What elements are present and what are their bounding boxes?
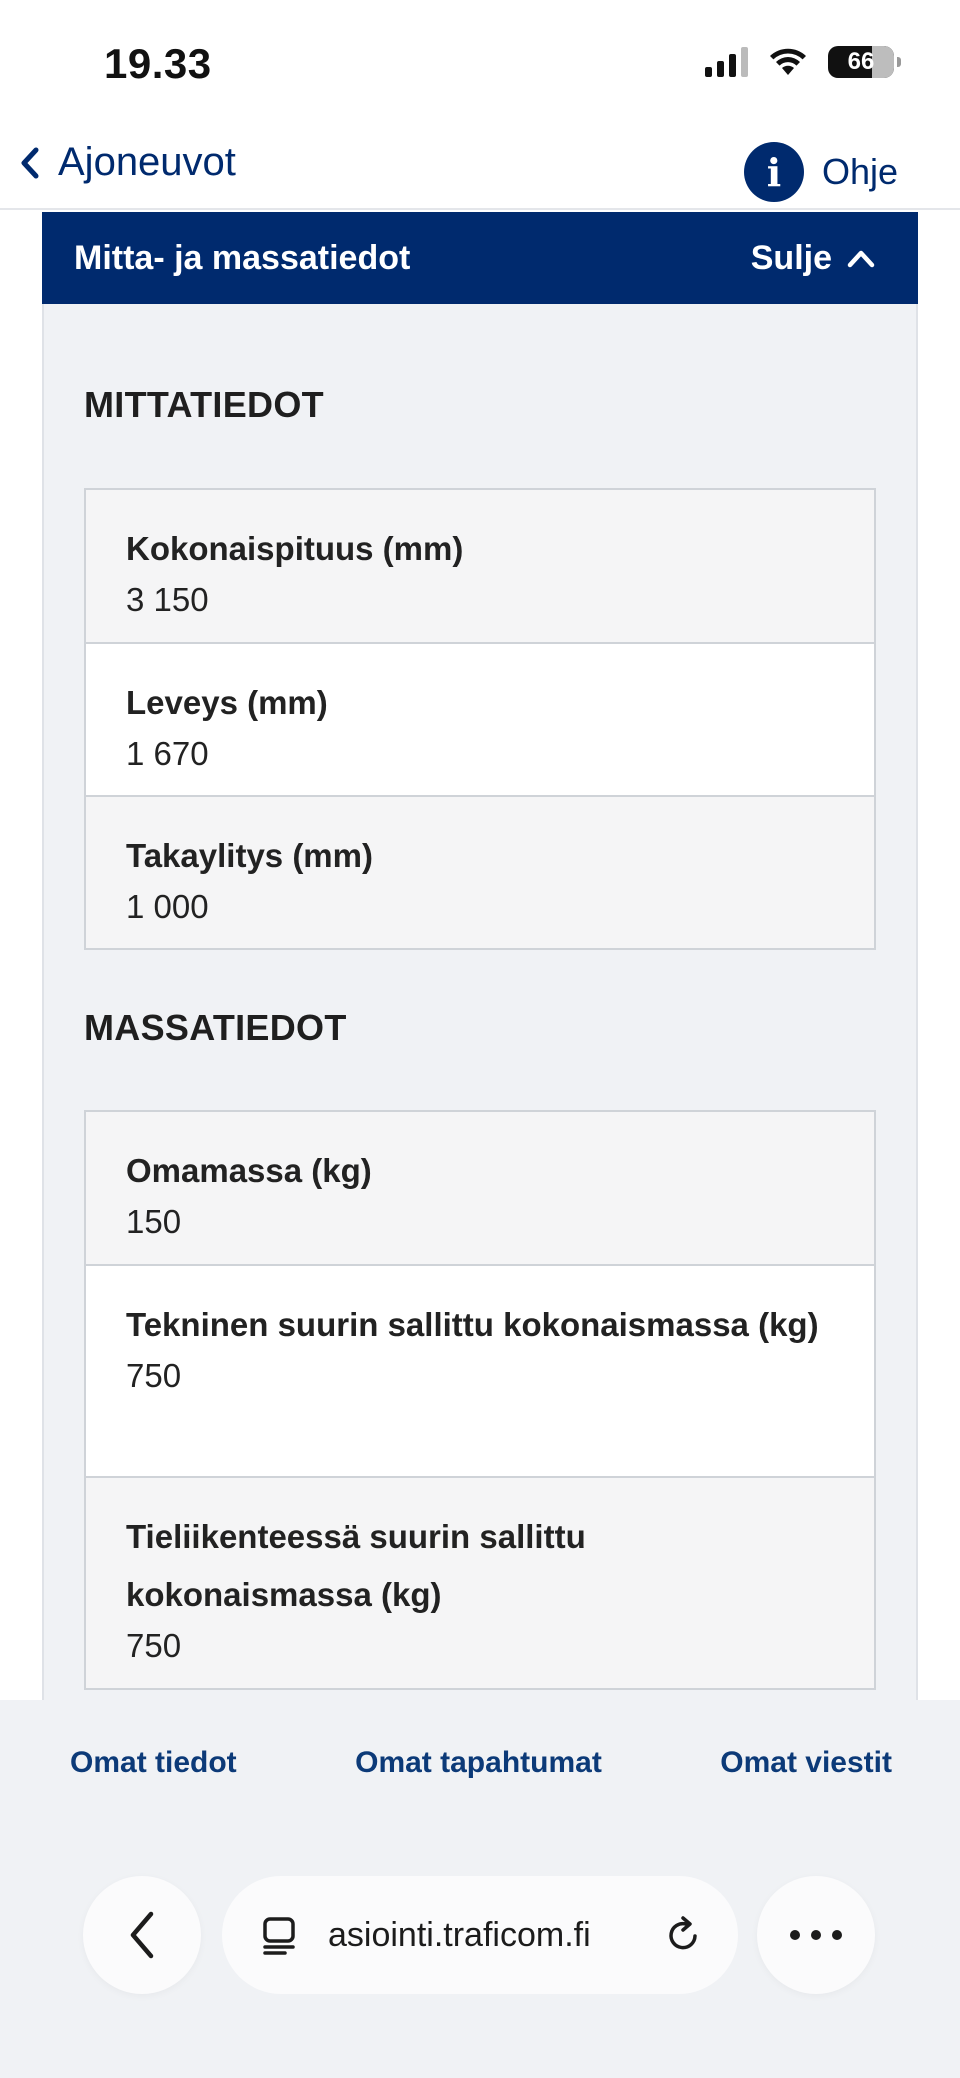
tab-own-messages[interactable]: Omat viestit xyxy=(720,1746,892,1780)
field-label: Leveys (mm) xyxy=(126,684,328,721)
field-label: Takaylitys (mm) xyxy=(126,837,373,874)
field-total-length: Kokonaispituus (mm) 3 150 xyxy=(86,490,874,642)
cellular-signal-icon xyxy=(705,47,748,77)
field-label: Tekninen suurin sallittu kokonaismassa (… xyxy=(126,1306,819,1343)
chevron-up-icon xyxy=(847,250,875,268)
back-to-vehicles-link[interactable]: Ajoneuvot xyxy=(16,140,236,185)
masses-list: Omamassa (kg) 150 Tekninen suurin sallit… xyxy=(84,1110,876,1690)
wifi-icon xyxy=(770,48,806,75)
field-value: 750 xyxy=(126,1357,182,1394)
address-bar[interactable]: asiointi.traficom.fi xyxy=(222,1876,738,1994)
panel-header-toggle[interactable]: Mitta- ja massatiedot Sulje xyxy=(42,212,918,304)
field-width: Leveys (mm) 1 670 xyxy=(86,642,874,795)
close-label: Sulje xyxy=(750,238,832,277)
field-value: 1 000 xyxy=(126,888,209,925)
back-link-label: Ajoneuvot xyxy=(58,140,236,184)
status-time: 19.33 xyxy=(104,40,212,87)
field-curb-mass: Omamassa (kg) 150 xyxy=(86,1112,874,1264)
status-icons: 66 xyxy=(705,46,901,78)
tab-own-info[interactable]: Omat tiedot xyxy=(70,1746,237,1780)
field-technical-max-mass: Tekninen suurin sallittu kokonaismassa (… xyxy=(86,1264,874,1476)
masses-heading: MASSATIEDOT xyxy=(84,1007,347,1048)
field-value: 150 xyxy=(126,1203,182,1240)
browser-more-button[interactable] xyxy=(757,1876,875,1994)
help-link[interactable]: i Ohje xyxy=(743,142,898,202)
more-dots-icon xyxy=(790,1930,842,1940)
help-label: Ohje xyxy=(821,151,898,192)
page-menu-icon xyxy=(263,1917,295,1955)
bottom-tab-links: Omat tiedot Omat tapahtumat Omat viestit xyxy=(0,1746,960,1780)
field-label: Tieliikenteessä suurin sallittu kokonais… xyxy=(126,1518,586,1613)
field-road-max-mass: Tieliikenteessä suurin sallittu kokonais… xyxy=(86,1476,874,1688)
field-value: 3 150 xyxy=(126,581,209,618)
field-value: 1 670 xyxy=(126,735,209,772)
chevron-left-icon xyxy=(130,1911,154,1959)
dimensions-heading: MITTATIEDOT xyxy=(84,384,324,425)
browser-back-button[interactable] xyxy=(83,1876,201,1994)
browser-toolbar: asiointi.traficom.fi xyxy=(0,1876,960,1996)
tab-own-events[interactable]: Omat tapahtumat xyxy=(355,1746,602,1780)
battery-level: 66 xyxy=(847,48,875,75)
field-value: 750 xyxy=(126,1627,182,1664)
chevron-left-icon xyxy=(21,147,39,178)
battery-icon: 66 xyxy=(828,46,901,78)
status-bar: 19.33 66 xyxy=(0,0,960,130)
field-label: Kokonaispituus (mm) xyxy=(126,530,464,567)
panel-title: Mitta- ja massatiedot xyxy=(74,238,411,277)
field-rear-overhang: Takaylitys (mm) 1 000 xyxy=(86,795,874,948)
url-text: asiointi.traficom.fi xyxy=(328,1915,591,1954)
reload-icon[interactable] xyxy=(662,1914,704,1956)
nav-header: Ajoneuvot i Ohje xyxy=(0,130,960,210)
dimensions-list: Kokonaispituus (mm) 3 150 Leveys (mm) 1 … xyxy=(84,488,876,950)
field-label: Omamassa (kg) xyxy=(126,1152,372,1189)
info-icon: i xyxy=(743,142,804,202)
close-panel-button[interactable]: Sulje xyxy=(751,239,876,278)
